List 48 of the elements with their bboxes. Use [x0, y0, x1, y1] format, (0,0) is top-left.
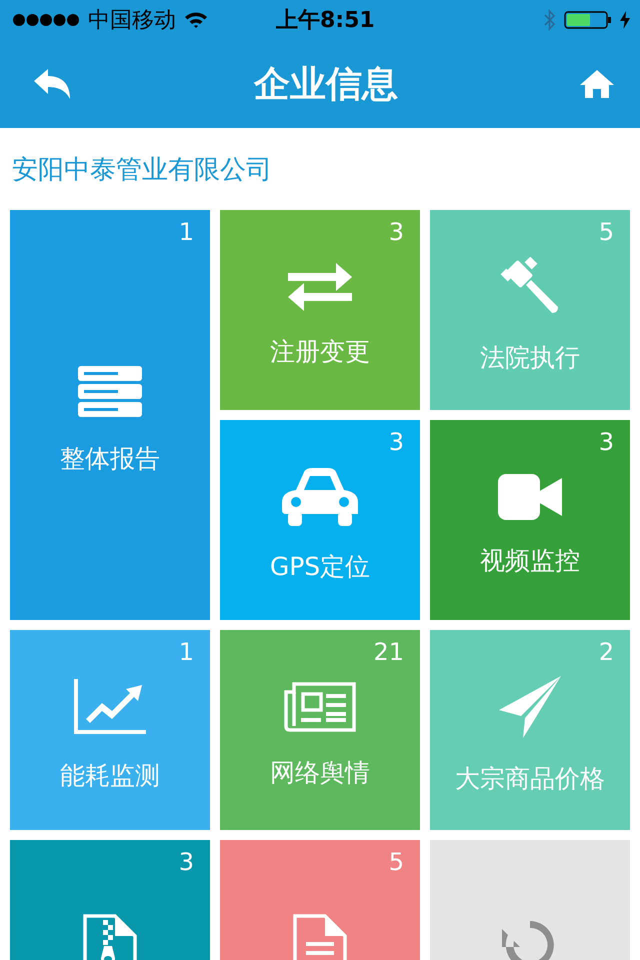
paper-plane-icon: [499, 676, 561, 738]
server-list-icon: [78, 366, 142, 418]
item-count: 21: [373, 638, 404, 666]
item-count: 2: [598, 638, 614, 666]
menu-tile[interactable]: 5: [220, 840, 420, 960]
tile-label: 能耗监测: [60, 760, 160, 792]
swap-arrows-icon: [288, 262, 352, 310]
wifi-icon: [184, 11, 208, 29]
menu-tile[interactable]: 1 能耗监测: [10, 630, 210, 830]
page-title: 企业信息: [254, 62, 398, 106]
tile-label: 网络舆情: [270, 756, 370, 788]
item-count: 3: [178, 848, 194, 876]
menu-tile[interactable]: 5 法院执行: [430, 210, 630, 410]
item-count: 3: [388, 218, 404, 246]
status-time: 上午8:51: [276, 7, 375, 35]
line-chart-icon: [74, 678, 146, 734]
menu-tile[interactable]: 1 整体报告: [10, 210, 210, 620]
carrier-name: 中国移动: [88, 7, 176, 35]
item-count: 1: [178, 638, 194, 666]
video-camera-icon: [498, 474, 562, 520]
company-name: 安阳中泰管业有限公司: [11, 154, 273, 186]
menu-tile[interactable]: 3: [10, 840, 210, 960]
signal-icon: [12, 13, 80, 27]
tile-label: 整体报告: [60, 442, 160, 474]
menu-tile[interactable]: 3 注册变更: [220, 210, 420, 410]
item-count: 5: [388, 848, 404, 876]
menu-tile[interactable]: 2 大宗商品价格: [430, 630, 630, 830]
battery-icon: [564, 10, 612, 30]
tile-label: 法院执行: [480, 342, 580, 374]
reply-arrow-icon: [34, 69, 72, 99]
tile-label: 视频监控: [480, 544, 580, 576]
car-icon: [282, 468, 358, 526]
menu-tile[interactable]: 3 GPS定位: [220, 420, 420, 620]
menu-tile[interactable]: 3 视频监控: [430, 420, 630, 620]
charging-icon: [620, 11, 630, 29]
item-count: 1: [178, 218, 194, 246]
tile-label: GPS定位: [270, 550, 370, 582]
item-count: 3: [598, 428, 614, 456]
bluetooth-icon: [544, 9, 556, 31]
tile-label: 大宗商品价格: [455, 762, 605, 794]
document-icon: [293, 914, 347, 960]
zip-file-icon: [83, 914, 137, 960]
menu-tile[interactable]: 21 网络舆情: [220, 630, 420, 830]
newspaper-icon: [284, 682, 356, 732]
home-icon: [580, 70, 614, 98]
tile-label: 注册变更: [270, 336, 370, 368]
item-count: 3: [388, 428, 404, 456]
item-count: 5: [598, 218, 614, 246]
